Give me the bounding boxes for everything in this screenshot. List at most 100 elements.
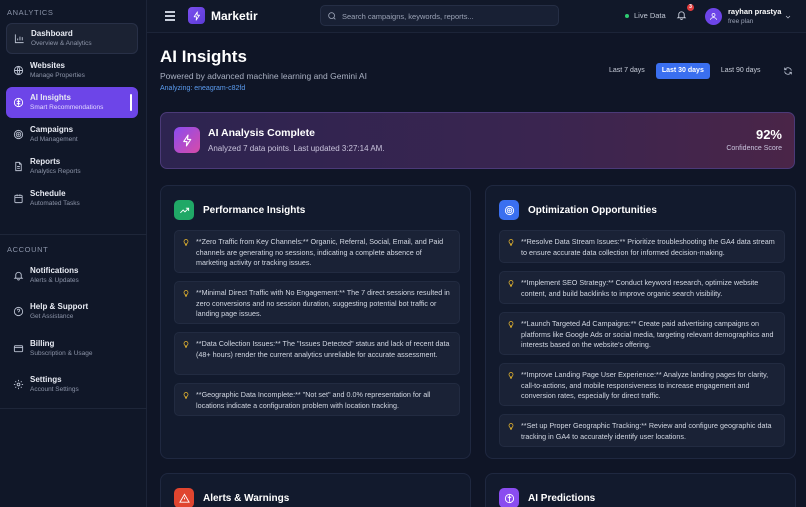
bar-chart-icon — [13, 33, 25, 45]
lightbulb-icon — [507, 371, 515, 380]
sidebar-item-settings[interactable]: Settings Account Settings — [6, 369, 138, 400]
lightning-icon — [174, 127, 200, 153]
sidebar-item-dashboard[interactable]: Dashboard Overview & Analytics — [6, 23, 138, 54]
sidebar: ANALYTICS Dashboard Overview & Analytics… — [0, 0, 147, 507]
trending-up-icon — [174, 200, 194, 220]
sidebar-item-title: Settings — [30, 375, 62, 384]
chevron-down-icon[interactable] — [784, 12, 792, 20]
sidebar-item-subtitle: Get Assistance — [30, 313, 74, 320]
credit-card-icon — [12, 343, 24, 355]
sidebar-item-subtitle: Ad Management — [30, 136, 78, 143]
insight-text: **Geographic Data Incomplete:** "Not set… — [196, 390, 431, 410]
optimization-opportunities-card: Optimization Opportunities **Resolve Dat… — [485, 185, 796, 459]
list-item: **Set up Proper Geographic Tracking:** R… — [499, 414, 785, 447]
search-input[interactable] — [342, 9, 552, 23]
document-icon — [12, 161, 24, 173]
list-item: **Minimal Direct Traffic with No Engagem… — [174, 281, 460, 324]
insight-text: **Data Collection Issues:** The "Issues … — [196, 339, 450, 359]
lightbulb-icon — [507, 320, 515, 329]
sidebar-item-help-support[interactable]: Help & Support Get Assistance — [6, 296, 138, 327]
sidebar-item-title: Campaigns — [30, 125, 74, 134]
top-bar: Marketir Live Data 3 rayhan prastya free… — [147, 0, 806, 33]
sidebar-item-title: Reports — [30, 157, 61, 166]
confidence-score-label: Confidence Score — [726, 145, 782, 152]
live-data-indicator: Live Data — [625, 11, 666, 20]
sidebar-divider — [0, 234, 147, 235]
notification-badge: 3 — [687, 4, 694, 11]
analyzing-property: Analyzing: eneagram-c82fd — [160, 85, 246, 92]
list-item: **Zero Traffic from Key Channels:** Orga… — [174, 230, 460, 273]
page-subtitle: Powered by advanced machine learning and… — [160, 71, 367, 81]
sidebar-section-analytics: ANALYTICS — [7, 8, 54, 17]
sidebar-item-subtitle: Account Settings — [30, 386, 79, 393]
lightbulb-icon — [182, 340, 190, 349]
performance-insights-card: Performance Insights **Zero Traffic from… — [160, 185, 471, 459]
avatar[interactable] — [705, 8, 722, 25]
lightbulb-icon — [182, 238, 190, 247]
card-title: Optimization Opportunities — [528, 204, 657, 216]
sidebar-item-subtitle: Automated Tasks — [30, 200, 80, 207]
sidebar-item-subtitle: Smart Recommendations — [30, 104, 104, 111]
lightbulb-icon — [507, 279, 515, 288]
card-title: Performance Insights — [203, 204, 306, 216]
sidebar-item-websites[interactable]: Websites Manage Properties — [6, 55, 138, 86]
target-icon — [499, 200, 519, 220]
sidebar-item-subtitle: Analytics Reports — [30, 168, 81, 175]
list-item: **Improve Landing Page User Experience:*… — [499, 363, 785, 406]
list-item: **Data Collection Issues:** The "Issues … — [174, 332, 460, 375]
sidebar-item-title: AI Insights — [30, 93, 71, 102]
sidebar-item-title: Schedule — [30, 189, 66, 198]
opportunity-text: **Improve Landing Page User Experience:*… — [521, 370, 769, 401]
lightbulb-icon — [182, 289, 190, 298]
lightbulb-icon — [507, 238, 515, 247]
lightbulb-icon — [182, 391, 190, 400]
main-content: AI Insights Powered by advanced machine … — [147, 33, 806, 507]
card-title: Alerts & Warnings — [203, 492, 290, 504]
brain-icon — [499, 488, 519, 507]
sidebar-item-title: Notifications — [30, 266, 79, 275]
analysis-complete-banner: AI Analysis Complete Analyzed 7 data poi… — [160, 112, 795, 169]
sidebar-item-campaigns[interactable]: Campaigns Ad Management — [6, 119, 138, 150]
sidebar-item-schedule[interactable]: Schedule Automated Tasks — [6, 183, 138, 214]
range-30-days-button[interactable]: Last 30 days — [655, 63, 710, 79]
user-name[interactable]: rayhan prastya — [728, 7, 781, 16]
opportunity-text: **Resolve Data Stream Issues:** Prioriti… — [521, 237, 775, 257]
sidebar-item-subtitle: Subscription & Usage — [30, 350, 93, 357]
range-90-days-button[interactable]: Last 90 days — [715, 63, 767, 79]
logo-lightning-icon — [188, 7, 205, 24]
opportunity-text: **Implement SEO Strategy:** Conduct keyw… — [521, 278, 759, 298]
gear-icon — [12, 379, 24, 391]
sidebar-item-billing[interactable]: Billing Subscription & Usage — [6, 333, 138, 364]
user-plan: free plan — [728, 18, 754, 25]
search-box[interactable] — [320, 5, 559, 26]
date-range-selector: Last 7 days Last 30 days Last 90 days — [603, 63, 767, 79]
notification-bell-icon[interactable] — [676, 9, 687, 21]
insight-text: **Zero Traffic from Key Channels:** Orga… — [196, 237, 444, 268]
target-icon — [12, 129, 24, 141]
list-item: **Implement SEO Strategy:** Conduct keyw… — [499, 271, 785, 304]
help-icon — [12, 306, 24, 318]
brain-icon — [12, 97, 24, 109]
list-item: **Launch Targeted Ad Campaigns:** Create… — [499, 312, 785, 355]
search-icon — [328, 12, 336, 20]
globe-icon — [12, 65, 24, 77]
sidebar-item-reports[interactable]: Reports Analytics Reports — [6, 151, 138, 182]
sidebar-item-title: Dashboard — [31, 29, 73, 38]
sidebar-item-title: Help & Support — [30, 302, 89, 311]
hamburger-menu-icon[interactable] — [165, 11, 175, 21]
sidebar-item-subtitle: Manage Properties — [30, 72, 85, 79]
sidebar-section-account: ACCOUNT — [7, 245, 49, 254]
sidebar-item-notifications[interactable]: Notifications Alerts & Updates — [6, 260, 138, 291]
brand-name: Marketir — [211, 9, 258, 23]
live-dot — [625, 13, 629, 18]
list-item: **Geographic Data Incomplete:** "Not set… — [174, 383, 460, 416]
warning-icon — [174, 488, 194, 507]
opportunity-text: **Set up Proper Geographic Tracking:** R… — [521, 421, 772, 441]
sidebar-item-ai-insights[interactable]: AI Insights Smart Recommendations — [6, 87, 138, 118]
refresh-icon[interactable] — [783, 66, 793, 76]
banner-title: AI Analysis Complete — [208, 127, 315, 139]
card-title: AI Predictions — [528, 492, 596, 504]
sidebar-divider — [0, 408, 147, 409]
range-7-days-button[interactable]: Last 7 days — [603, 63, 651, 79]
calendar-icon — [12, 193, 24, 205]
